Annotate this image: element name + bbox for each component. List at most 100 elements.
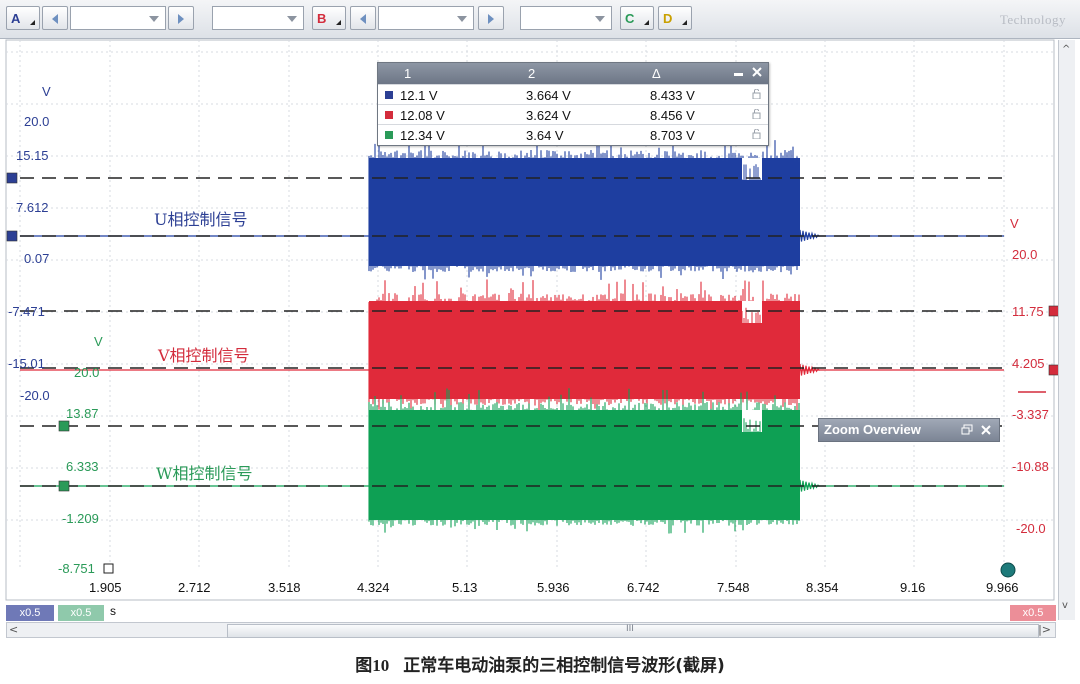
measurement-row: 12.1 V 3.664 V 8.433 V [378,84,768,105]
channel-a-button[interactable]: A [6,6,40,30]
left-green-tick: -8.751 [58,561,95,576]
channel-b-coupling-select[interactable] [520,6,612,30]
right-red-tick: 4.205 [1012,356,1045,371]
scroll-left-icon[interactable]: < [9,623,18,636]
x-tick: 3.518 [268,580,301,595]
left-blue-tick: -15.01 [8,356,45,371]
delta-value: 8.433 V [650,88,695,103]
channel-b-prev-button[interactable] [350,6,376,30]
close-icon[interactable] [979,423,993,437]
scroll-right-icon[interactable]: |> [1038,623,1051,636]
x-tick: 8.354 [806,580,839,595]
red-scale-tag[interactable]: x0.5 [1010,605,1056,621]
left-green-tick: -1.209 [62,511,99,526]
x-tick: 5.936 [537,580,570,595]
x-tick: 4.324 [357,580,390,595]
column-header: 2 [528,66,536,81]
channel-b-next-button[interactable] [478,6,504,30]
channel-b-range-select[interactable] [378,6,474,30]
w-phase-label: W相控制信号 [156,464,253,483]
column-header: 1 [404,66,412,81]
channel-color-swatch [385,91,393,99]
left-green-tick: 6.333 [66,459,99,474]
channel-a-coupling-select[interactable] [212,6,304,30]
right-red-tick: -10.88 [1012,459,1049,474]
axis-marker [58,420,70,432]
channel-c-label: C [625,11,635,26]
cursor-1-value: 12.34 V [400,128,445,143]
channel-d-button[interactable]: D [658,6,692,30]
left-blue-tick: 20.0 [24,114,50,129]
arrow-left-icon [52,14,58,24]
channel-b-label: B [317,11,327,26]
notch [742,158,762,180]
x-tick: 5.13 [452,580,478,595]
time-end-marker [1000,562,1016,578]
figure-caption: 图10 正常车电动油泵的三相控制信号波形(截屏) [0,648,1080,684]
scrollbar-thumb[interactable]: III [227,624,1039,638]
left-blue-tick: -20.0 [20,388,50,403]
notch [742,410,762,432]
brand-logo: Technology [999,12,1066,27]
horizontal-scrollbar[interactable]: < III |> [6,622,1056,638]
left-blue-tick: -7.471 [8,304,45,319]
channel-d-label: D [663,11,673,26]
right-red-tick: -3.337 [1012,407,1049,422]
lock-icon[interactable] [752,109,761,119]
column-header: Δ [652,66,661,81]
axis-marker [6,230,18,242]
axis-marker [58,480,70,492]
x-unit: s [110,604,116,618]
delta-value: 8.456 V [650,108,695,123]
axis-marker [6,172,18,184]
v-phase-label: V相控制信号 [158,346,250,365]
channel-a-label: A [11,11,21,26]
scroll-down-icon[interactable]: v [1062,600,1068,611]
channel-color-swatch [385,111,393,119]
right-red-tick: 20.0 [1012,247,1038,262]
channel-a-range-select[interactable] [70,6,166,30]
u-phase-label: U相控制信号 [154,210,248,229]
arrow-right-icon [178,14,184,24]
lock-icon[interactable] [752,89,761,99]
green-scale-tag[interactable]: x0.5 [58,605,104,621]
minimize-icon[interactable] [734,73,743,76]
zoom-overview-window[interactable]: Zoom Overview [818,418,1000,442]
channel-b-button[interactable]: B [312,6,346,30]
left-green-unit: V [94,334,103,349]
chevron-down-icon [287,16,297,22]
caption-text: 正常车电动油泵的三相控制信号波形(截屏) [403,656,725,676]
cursor-2-value: 3.64 V [526,128,564,143]
left-blue-unit: V [42,84,51,99]
close-icon[interactable] [750,64,764,82]
x-tick: 2.712 [178,580,211,595]
chevron-down-icon [149,16,159,22]
x-tick: 1.905 [89,580,122,595]
delta-value: 8.703 V [650,128,695,143]
arrow-left-icon [360,14,366,24]
left-green-tick: 13.87 [66,406,99,421]
right-red-tick: -20.0 [1016,521,1046,536]
chevron-down-icon [457,16,467,22]
left-blue-tick: 7.612 [16,200,49,215]
chevron-down-icon [595,16,605,22]
channel-a-prev-button[interactable] [42,6,68,30]
scrollbar-thumb-grip: III [626,624,634,634]
blue-scale-tag[interactable]: x0.5 [6,605,54,621]
cursor-2-value: 3.664 V [526,88,571,103]
restore-icon[interactable] [961,424,973,436]
measurements-header: 1 2 Δ [378,63,768,84]
zoom-overview-title: Zoom Overview [824,422,921,437]
right-red-unit: V [1010,216,1019,231]
lock-icon[interactable] [752,129,761,139]
measurements-panel[interactable]: 1 2 Δ 12.1 V 3.664 V 8.433 V 12.08 V 3.6… [377,62,769,146]
channel-c-button[interactable]: C [620,6,654,30]
scroll-up-icon[interactable]: ^ [1062,44,1070,55]
vertical-scrollbar[interactable]: ^ v [1058,40,1075,620]
left-blue-tick: 0.07 [24,251,50,266]
channel-a-next-button[interactable] [168,6,194,30]
cursor-2-value: 3.624 V [526,108,571,123]
measurement-row: 12.34 V 3.64 V 8.703 V [378,124,768,145]
left-blue-tick: 15.15 [16,148,49,163]
cursor-1-value: 12.08 V [400,108,445,123]
